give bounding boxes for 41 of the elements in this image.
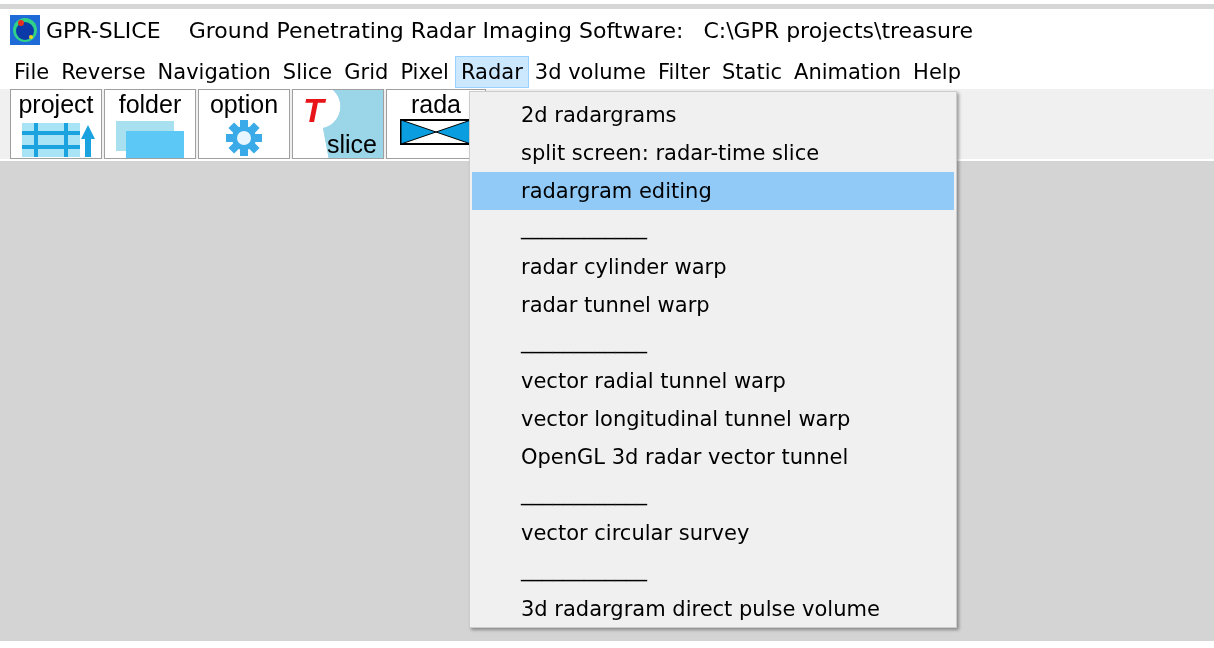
menu-item[interactable]: Navigation [151,56,277,88]
separator-line: ____________ [519,556,649,584]
folder-icon [116,119,184,158]
menu-item[interactable]: radar cylinder warp [472,248,954,286]
menu-item[interactable]: File [8,56,56,88]
menu-item[interactable]: radargram editing [472,172,954,210]
menu-item[interactable]: radar tunnel warp [472,286,954,324]
button-label: rada [410,91,461,117]
button-label: option [209,91,279,117]
menu-item[interactable]: 3d volume [528,56,652,88]
menu-item[interactable]: Animation [788,56,908,88]
toolbar-button[interactable]: option [198,89,290,159]
gear-icon [225,119,263,157]
menu-item[interactable]: vector circular survey [472,514,954,552]
menu-item[interactable]: OpenGL 3d radar vector tunnel [472,438,954,476]
t-letter-icon: T [303,92,324,128]
app-title: GPR-SLICE [46,17,161,43]
menu-item[interactable]: Radar [454,56,529,88]
menu-item[interactable]: vector longitudinal tunnel warp [472,400,954,438]
bowtie-icon [400,119,472,145]
menu-item[interactable]: Static [716,56,789,88]
file-path: C:\GPR projects\treasure [703,17,974,43]
menu-item[interactable]: Filter [651,56,716,88]
button-label: project [18,91,94,117]
app-icon [10,15,40,45]
button-label: folder [118,91,182,117]
button-label: slice [327,130,377,158]
menu-item[interactable]: Pixel [394,56,455,88]
menu-item[interactable]: Slice [276,56,339,88]
window-title: Ground Penetrating Radar Imaging Software: [188,17,684,43]
menu-item[interactable]: 3d radargram direct pulse volume [472,590,954,628]
menu-item[interactable]: vector radial tunnel warp [472,362,954,400]
menu-item[interactable]: Help [907,56,967,88]
separator-line: ____________ [519,328,649,356]
separator-line: ____________ [519,214,649,242]
toolbar-button[interactable]: T slice [292,89,384,159]
toolbar-button[interactable]: project [10,89,102,159]
toolbar-button[interactable]: folder [104,89,196,159]
menu-item[interactable]: Grid [338,56,395,88]
menu-item[interactable]: Reverse [55,56,152,88]
separator-line: ____________ [519,480,649,508]
